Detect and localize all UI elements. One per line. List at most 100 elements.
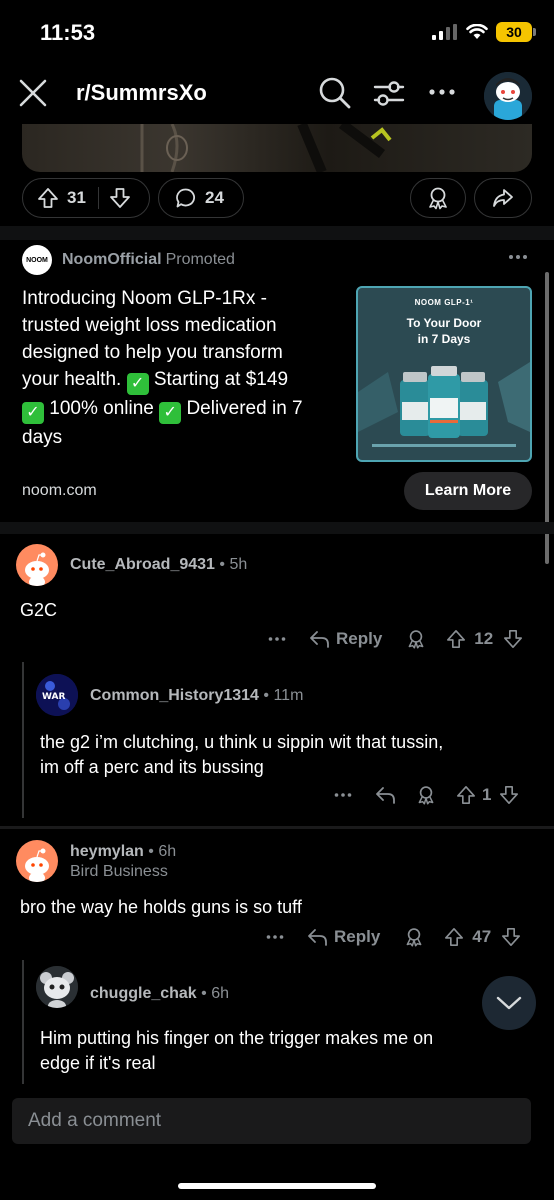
learn-more-button[interactable]: Learn More — [404, 472, 532, 510]
ad-line-part: your health. — [22, 369, 122, 390]
snoo-avatar-icon — [25, 848, 49, 882]
comment-meta: • 6h — [196, 985, 229, 1002]
comment-actions: Reply 47 — [266, 926, 521, 948]
comment-score: 47 — [472, 927, 492, 946]
section-divider — [0, 226, 554, 240]
award-icon — [406, 928, 422, 947]
scroll-to-next-button[interactable] — [482, 976, 536, 1030]
comment-line: the g2 i’m clutching, u think u sippin w… — [40, 732, 444, 752]
comment-author[interactable]: chuggle_chak — [90, 985, 197, 1002]
upvote-icon — [445, 928, 464, 946]
ad-image[interactable]: NOOM GLP-1¹ To Your Door in 7 Days — [356, 286, 532, 462]
downvote-button[interactable] — [499, 785, 519, 805]
post-score: 31 — [67, 188, 86, 207]
share-icon — [493, 189, 513, 207]
ad-line: your health. ✓ Starting at $149 — [22, 366, 352, 395]
comment-body: Him putting his finger on the trigger ma… — [40, 1026, 540, 1076]
search-icon — [319, 77, 351, 109]
upvote-icon — [457, 786, 475, 804]
comment-avatar[interactable]: WAR — [36, 674, 78, 716]
comment-author[interactable]: Common_History1314 — [90, 687, 259, 704]
comment-body: bro the way he holds guns is so tuff — [20, 897, 302, 917]
downvote-button[interactable] — [109, 187, 131, 209]
comment-author-line: Cute_Abroad_9431 • 5h — [70, 556, 247, 574]
comment-count: 24 — [205, 188, 224, 207]
downvote-button[interactable] — [503, 629, 523, 649]
downvote-icon — [500, 786, 519, 804]
award-button[interactable] — [406, 629, 426, 649]
comment-author-line: chuggle_chak • 6h — [90, 985, 229, 1003]
reply-button[interactable]: Reply — [306, 926, 380, 948]
sort-filter-button[interactable] — [372, 76, 406, 110]
vote-pill: 31 — [22, 178, 150, 218]
comment-author-line: Common_History1314 • 11m — [90, 687, 303, 705]
upvote-icon — [447, 630, 466, 648]
user-avatar[interactable] — [484, 72, 532, 120]
comment-time: 6h — [158, 843, 177, 860]
home-indicator[interactable] — [178, 1183, 376, 1189]
award-button[interactable] — [410, 178, 466, 218]
upvote-button[interactable] — [446, 629, 466, 649]
reply-button[interactable] — [374, 784, 396, 806]
comment-time: 11m — [273, 687, 304, 704]
comment-author[interactable]: Cute_Abroad_9431 — [70, 556, 215, 573]
comment-more-button[interactable] — [268, 635, 286, 643]
comment-meta: • 5h — [214, 556, 248, 573]
section-divider — [0, 522, 554, 534]
upvote-icon — [38, 188, 58, 208]
snoo-avatar-icon — [36, 966, 78, 1008]
add-comment-input[interactable]: Add a comment — [12, 1098, 531, 1144]
comment-time: 6h — [211, 985, 229, 1002]
comment-more-button[interactable] — [266, 933, 284, 941]
comment-avatar[interactable] — [16, 840, 58, 882]
snoo-avatar-icon — [25, 552, 49, 586]
upvote-button[interactable] — [37, 187, 59, 209]
thread-line[interactable] — [22, 662, 24, 818]
medication-vials-illustration — [358, 362, 530, 447]
ad-image-headline: in 7 Days — [417, 332, 471, 346]
post-image[interactable] — [22, 124, 532, 172]
more-icon — [429, 89, 455, 95]
ad-text[interactable]: Introducing Noom GLP-1Rx - trusted weigh… — [22, 285, 352, 451]
comment-avatar[interactable] — [36, 966, 78, 1008]
comment-author[interactable]: heymylan — [70, 843, 144, 860]
more-icon — [266, 935, 284, 939]
downvote-icon — [504, 630, 523, 648]
ad-domain[interactable]: noom.com — [22, 482, 97, 500]
reply-arrow-icon — [376, 787, 395, 804]
comments-button[interactable]: 24 — [158, 178, 244, 218]
reply-button[interactable]: Reply — [308, 628, 382, 650]
filter-icon — [373, 81, 405, 106]
more-options-button[interactable] — [428, 78, 456, 106]
award-button[interactable] — [416, 785, 436, 805]
ad-more-button[interactable] — [508, 252, 528, 262]
status-icons: 30 — [432, 22, 536, 42]
search-button[interactable] — [318, 76, 352, 110]
subreddit-title[interactable]: r/SummrsXo — [76, 80, 207, 106]
advertiser-logo[interactable]: NOOM — [22, 245, 52, 275]
check-mark-icon: ✓ — [159, 402, 182, 424]
award-button[interactable] — [404, 927, 424, 947]
ad-image-brand: NOOM GLP-1¹ — [414, 298, 474, 307]
upvote-button[interactable] — [456, 785, 476, 805]
close-button[interactable] — [16, 76, 50, 110]
share-button[interactable] — [474, 178, 532, 218]
promoted-label: Promoted — [165, 251, 235, 268]
thread-line[interactable] — [22, 960, 24, 1084]
svg-text:WAR: WAR — [42, 692, 65, 702]
scrollbar[interactable] — [545, 272, 549, 564]
comment-avatar[interactable] — [16, 544, 58, 586]
ad-image-headline: To Your Door — [406, 316, 482, 330]
advertiser-name[interactable]: NoomOfficial — [62, 251, 162, 268]
comment-actions: Reply 12 — [268, 628, 523, 650]
downvote-button[interactable] — [501, 927, 521, 947]
battery-indicator: 30 — [496, 22, 536, 42]
comment-author-line: heymylan • 6h — [70, 843, 176, 861]
comment-time: 5h — [229, 556, 248, 573]
check-mark-icon: ✓ — [22, 402, 44, 424]
comment-more-button[interactable] — [334, 791, 352, 799]
ad-line: ✓ 100% online ✓ Delivered in 7 — [22, 395, 352, 424]
award-icon — [429, 187, 447, 210]
more-icon — [268, 637, 286, 641]
upvote-button[interactable] — [444, 927, 464, 947]
